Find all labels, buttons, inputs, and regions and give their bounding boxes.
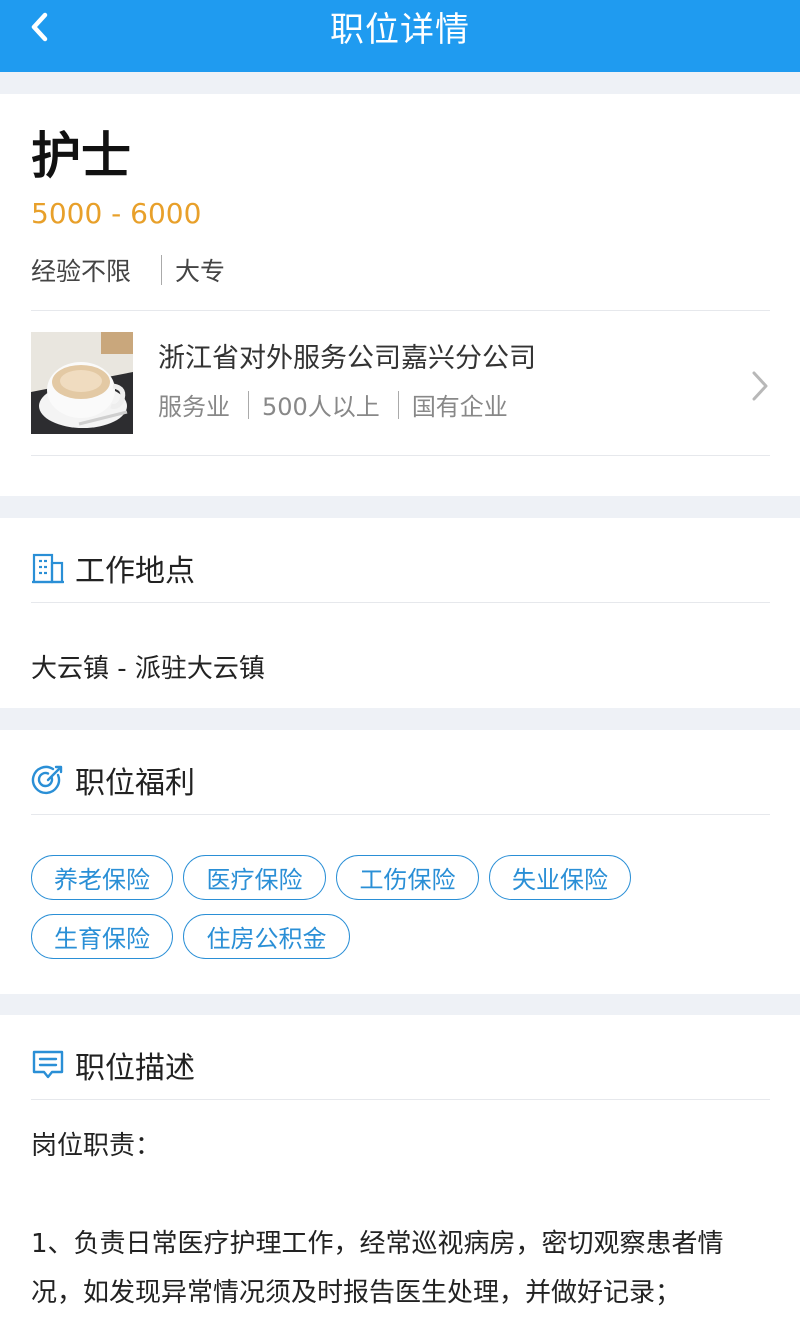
benefit-tag: 生育保险 [31, 914, 173, 959]
divider [31, 455, 770, 456]
benefits-section: 职位福利 养老保险 医疗保险 工伤保险 失业保险 生育保险 住房公积金 [0, 730, 800, 994]
top-bar: 职位详情 [0, 0, 800, 72]
divider [248, 390, 249, 419]
divider [31, 602, 770, 603]
building-icon [32, 553, 64, 584]
benefit-tag: 医疗保险 [183, 855, 326, 900]
experience-requirement: 经验不限 [31, 257, 132, 286]
benefit-tag: 养老保险 [31, 855, 173, 900]
benefit-tag: 工伤保险 [336, 855, 479, 900]
section-header: 职位福利 [31, 760, 195, 801]
job-requirements: 经验不限 大专 [31, 252, 225, 288]
description-line: 1、负责日常医疗护理工作，经常巡视病房，密切观察患者情 [31, 1229, 724, 1259]
company-size: 500人以上 [262, 393, 380, 421]
description-section: 职位描述 岗位职责： 1、负责日常医疗护理工作，经常巡视病房，密切观察患者情 况… [0, 1015, 800, 1336]
education-requirement: 大专 [175, 257, 226, 286]
company-logo [31, 332, 133, 434]
section-title: 工作地点 [75, 554, 195, 589]
section-title: 职位描述 [75, 1051, 195, 1086]
description-heading: 岗位职责： [31, 1131, 162, 1161]
message-icon [32, 1050, 64, 1079]
divider [31, 1099, 770, 1100]
coffee-cup-image [31, 332, 133, 434]
page-title: 职位详情 [330, 9, 470, 50]
job-summary-card: 护士 5000 - 6000 经验不限 大专 浙江省对外服务公司嘉兴分公司 服务… [0, 94, 800, 496]
target-icon [31, 765, 63, 795]
section-title: 职位福利 [75, 766, 195, 801]
work-location: 大云镇 - 派驻大云镇 [31, 654, 265, 684]
company-type: 国有企业 [411, 393, 508, 421]
job-title: 护士 [31, 127, 131, 185]
company-meta: 服务业 500人以上 国有企业 [158, 387, 508, 422]
benefit-tag: 失业保险 [489, 855, 631, 900]
company-row[interactable]: 浙江省对外服务公司嘉兴分公司 服务业 500人以上 国有企业 [31, 332, 771, 436]
benefit-tag: 住房公积金 [183, 914, 350, 959]
back-button[interactable] [24, 12, 54, 42]
salary-range: 5000 - 6000 [31, 197, 202, 230]
divider [31, 310, 770, 311]
chevron-left-icon [31, 12, 48, 42]
section-header: 职位描述 [31, 1045, 195, 1086]
company-name: 浙江省对外服务公司嘉兴分公司 [158, 343, 536, 374]
location-section: 工作地点 大云镇 - 派驻大云镇 [0, 518, 800, 708]
company-industry: 服务业 [158, 393, 230, 421]
chevron-right-icon [752, 371, 768, 401]
divider [397, 390, 399, 419]
divider [31, 814, 770, 815]
description-line: 况，如发现异常情况须及时报告医生处理，并做好记录； [31, 1278, 682, 1308]
divider [161, 255, 163, 285]
section-header: 工作地点 [31, 548, 195, 589]
